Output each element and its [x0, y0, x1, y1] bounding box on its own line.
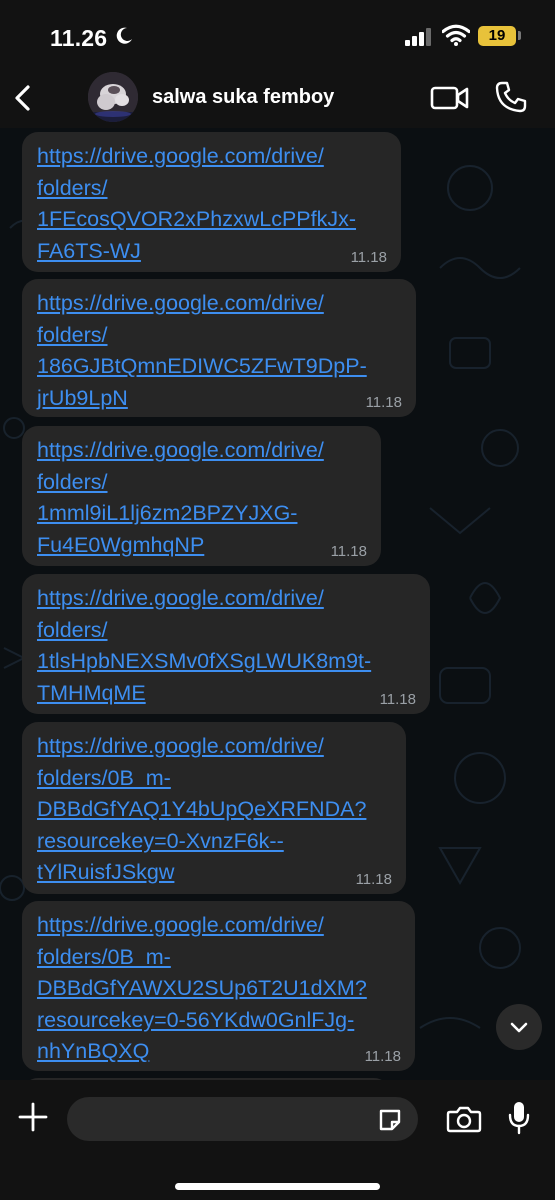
plus-icon[interactable]: [16, 1100, 50, 1134]
message-time: 11.18: [365, 394, 402, 411]
message-link[interactable]: https://drive.google.com/drive/ folders/…: [37, 288, 402, 414]
message-link[interactable]: https://drive.google.com/drive/ folders/…: [37, 435, 367, 561]
moon-icon: [116, 27, 132, 44]
battery-tip: [518, 31, 521, 40]
message-bubble[interactable]: https://drive.google.com/drive/ folders/…: [22, 426, 381, 566]
status-bar: 11.26 19: [0, 0, 555, 70]
scroll-to-bottom-button[interactable]: [496, 1004, 542, 1050]
phone-icon[interactable]: [494, 80, 528, 114]
message-link[interactable]: https://drive.google.com/drive/ folders/…: [37, 910, 401, 1068]
message-time: 11.18: [364, 1048, 401, 1065]
message-bubble[interactable]: https://drive.google.com/drive/ folders/…: [22, 132, 401, 272]
message-bubble[interactable]: https://drive.google.com/drive/ folders/…: [22, 722, 406, 894]
message-time: 11.18: [330, 543, 367, 560]
message-time: 11.18: [350, 249, 387, 266]
message-bubble[interactable]: https://drive.google.com/drive/ folders/…: [22, 574, 430, 714]
signal-icon: [405, 28, 431, 46]
sticker-icon[interactable]: [377, 1107, 403, 1133]
camera-icon[interactable]: [446, 1104, 482, 1134]
chat-header: salwa suka femboy: [0, 70, 555, 128]
back-icon[interactable]: [8, 78, 38, 118]
video-call-icon[interactable]: [430, 84, 470, 112]
wifi-icon: [442, 24, 470, 46]
message-time: 11.18: [355, 871, 392, 888]
contact-name[interactable]: salwa suka femboy: [152, 86, 334, 109]
input-bar: [0, 1080, 555, 1200]
message-bubble[interactable]: https://drive.google.com/drive/ folders/…: [22, 279, 416, 417]
chevron-down-icon: [510, 1022, 528, 1033]
message-link[interactable]: https://drive.google.com/drive/ folders/…: [37, 141, 387, 267]
mic-icon[interactable]: [507, 1100, 531, 1136]
status-time: 11.26: [50, 25, 108, 51]
message-input[interactable]: [67, 1097, 418, 1141]
message-bubble[interactable]: https://drive.google.com/drive/ folders/…: [22, 901, 415, 1071]
message-link[interactable]: https://drive.google.com/drive/ folders/…: [37, 583, 416, 709]
message-link[interactable]: https://drive.google.com/drive/ folders/…: [37, 731, 392, 889]
avatar[interactable]: [88, 72, 138, 122]
message-time: 11.18: [379, 691, 416, 708]
battery-icon: 19: [478, 26, 516, 46]
chat-area[interactable]: https://drive.google.com/drive/ folders/…: [0, 128, 555, 1080]
home-indicator: [175, 1183, 380, 1190]
